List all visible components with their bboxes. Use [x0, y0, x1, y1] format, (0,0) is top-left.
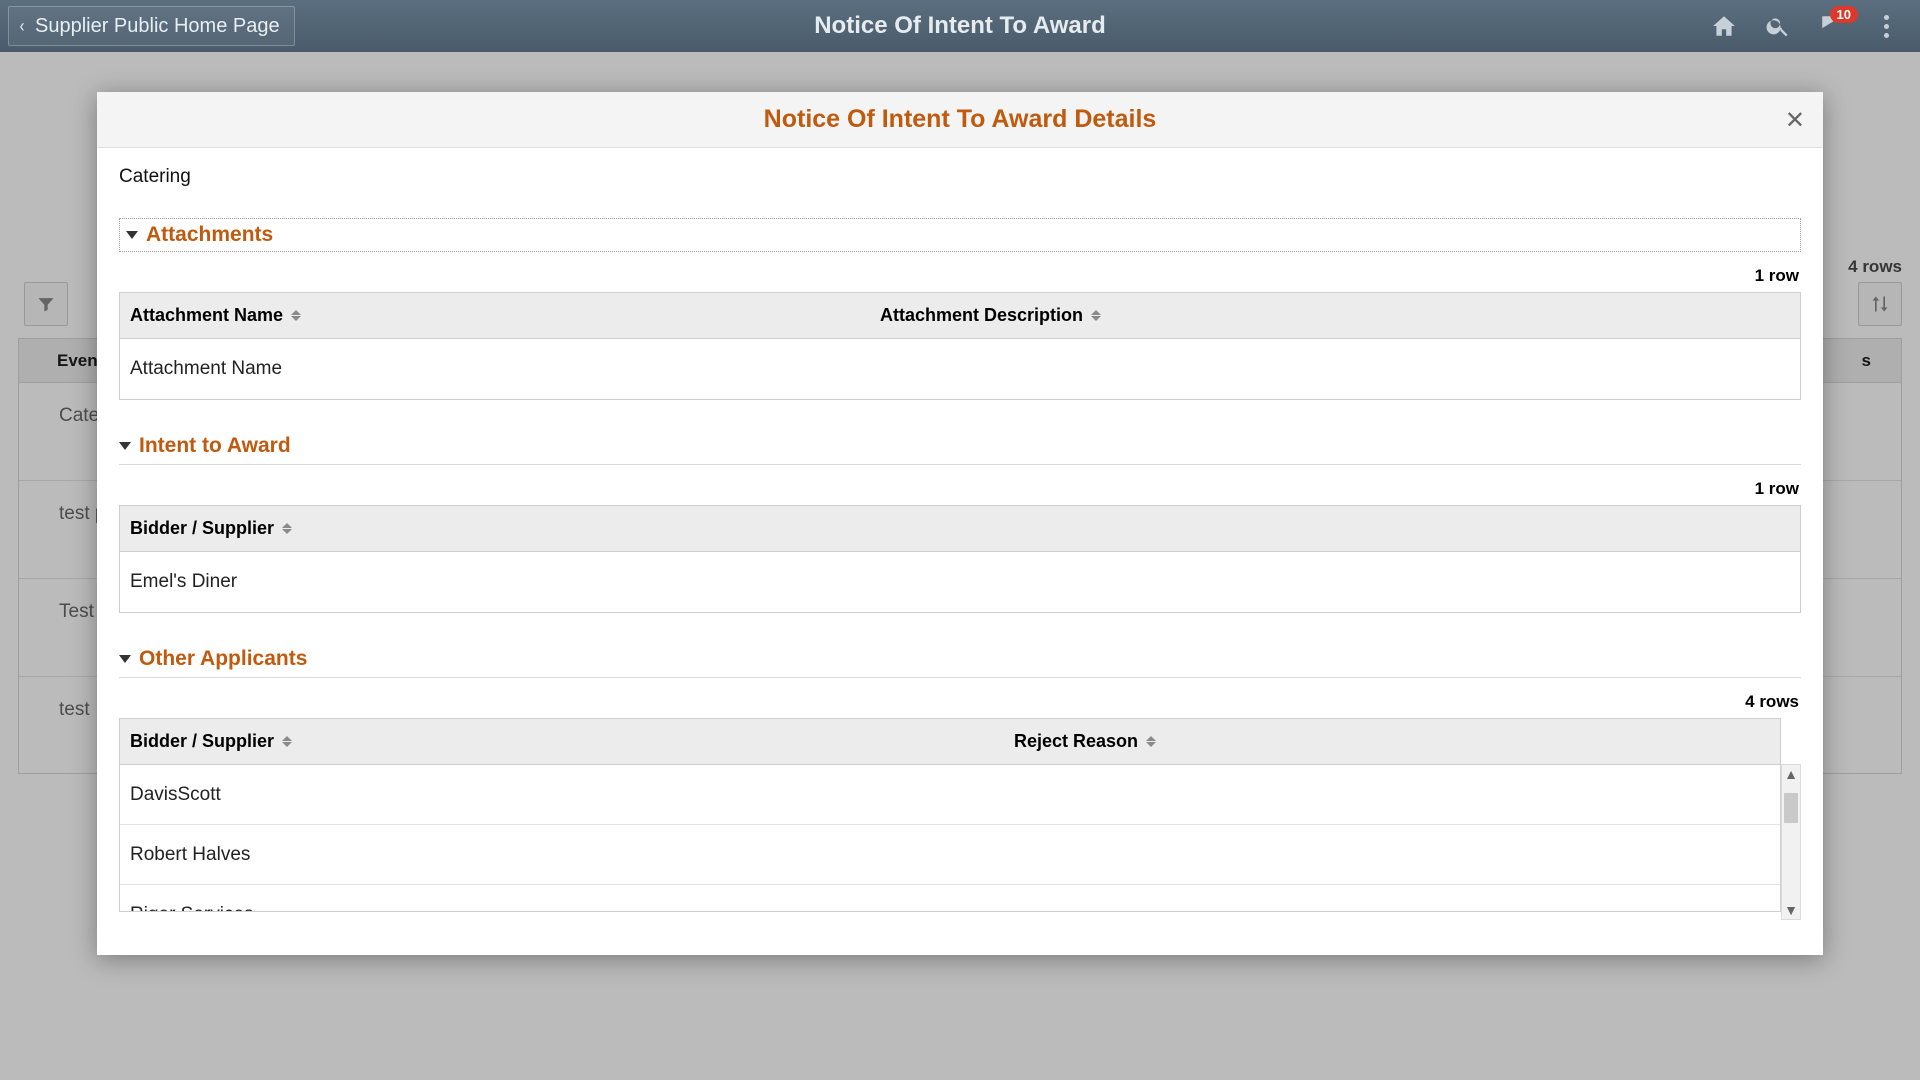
more-menu-icon[interactable]	[1872, 12, 1900, 40]
chevron-left-icon: ‹	[20, 16, 25, 37]
scrollbar[interactable]: ▲ ▼	[1781, 764, 1801, 920]
col-header-attachment-desc[interactable]: Attachment Description	[870, 305, 1800, 326]
col-label: Bidder / Supplier	[130, 518, 274, 539]
cell-bidder: Riger Services	[120, 904, 1004, 911]
table-row[interactable]: Emel's Diner	[120, 552, 1800, 612]
sort-icon	[1091, 310, 1101, 321]
caret-down-icon	[126, 231, 138, 239]
col-header-bidder[interactable]: Bidder / Supplier	[120, 731, 1004, 752]
table-row[interactable]: Robert Halves	[120, 825, 1780, 885]
cell-attachment-name: Attachment Name	[120, 358, 870, 380]
scroll-down-icon[interactable]: ▼	[1784, 901, 1798, 919]
sort-icon	[291, 310, 301, 321]
table-row[interactable]: Riger Services	[120, 885, 1780, 911]
other-applicants-grid: Bidder / Supplier Reject Reason DavisSco…	[119, 718, 1781, 912]
sort-icon	[1146, 736, 1156, 747]
section-label: Other Applicants	[139, 647, 307, 671]
back-button[interactable]: ‹ Supplier Public Home Page	[8, 6, 295, 46]
intent-grid: Bidder / Supplier Emel's Diner	[119, 505, 1801, 613]
modal-title: Notice Of Intent To Award Details	[764, 105, 1157, 134]
attachments-grid: Attachment Name Attachment Description A…	[119, 292, 1801, 400]
col-label: Attachment Description	[880, 305, 1083, 326]
section-toggle-intent[interactable]: Intent to Award	[119, 430, 1801, 462]
header-actions: 10	[1710, 12, 1920, 40]
details-modal: Notice Of Intent To Award Details ✕ Cate…	[97, 92, 1823, 955]
notifications-icon[interactable]: 10	[1818, 12, 1846, 40]
close-icon[interactable]: ✕	[1785, 106, 1805, 135]
section-toggle-other[interactable]: Other Applicants	[119, 643, 1801, 675]
col-header-reject[interactable]: Reject Reason	[1004, 731, 1780, 752]
section-toggle-attachments[interactable]: Attachments	[119, 218, 1801, 252]
back-label: Supplier Public Home Page	[35, 15, 280, 38]
intent-row-count: 1 row	[119, 479, 1799, 499]
cell-bidder: Emel's Diner	[120, 571, 1800, 593]
cell-bidder: Robert Halves	[120, 844, 1004, 866]
section-label: Intent to Award	[139, 434, 291, 458]
col-header-bidder[interactable]: Bidder / Supplier	[120, 518, 1800, 539]
table-row[interactable]: DavisScott	[120, 765, 1780, 825]
cell-bidder: DavisScott	[120, 784, 1004, 806]
section-label: Attachments	[146, 223, 273, 247]
col-label: Reject Reason	[1014, 731, 1138, 752]
modal-header: Notice Of Intent To Award Details ✕	[97, 92, 1823, 148]
sort-icon	[282, 523, 292, 534]
sort-icon	[282, 736, 292, 747]
search-icon[interactable]	[1764, 12, 1792, 40]
col-header-attachment-name[interactable]: Attachment Name	[120, 305, 870, 326]
attachments-row-count: 1 row	[119, 266, 1799, 286]
home-icon[interactable]	[1710, 12, 1738, 40]
app-header: ‹ Supplier Public Home Page Notice Of In…	[0, 0, 1920, 52]
notification-badge: 10	[1830, 6, 1858, 23]
caret-down-icon	[119, 655, 131, 663]
col-label: Attachment Name	[130, 305, 283, 326]
scroll-thumb[interactable]	[1784, 793, 1798, 823]
table-row[interactable]: Attachment Name	[120, 339, 1800, 399]
col-label: Bidder / Supplier	[130, 731, 274, 752]
scroll-up-icon[interactable]: ▲	[1784, 765, 1798, 783]
event-name: Catering	[119, 166, 1801, 188]
caret-down-icon	[119, 442, 131, 450]
other-row-count: 4 rows	[119, 692, 1799, 712]
